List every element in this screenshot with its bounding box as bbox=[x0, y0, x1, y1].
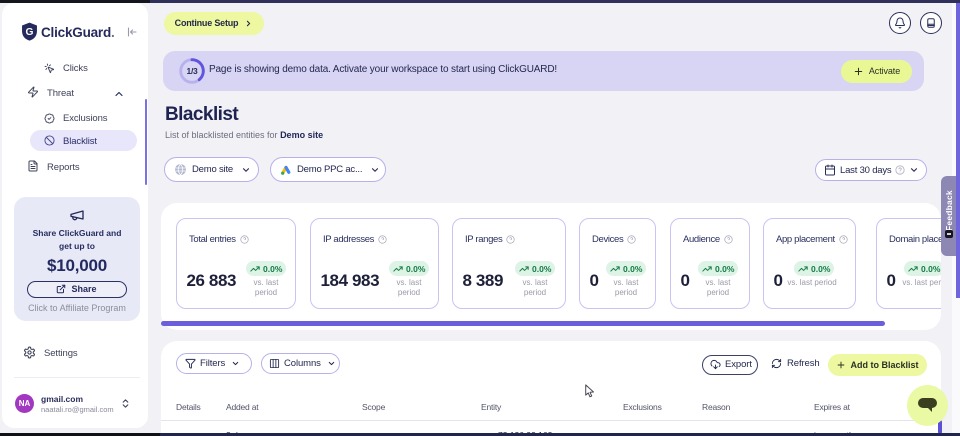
svg-text:1/3: 1/3 bbox=[187, 66, 198, 76]
svg-text:G: G bbox=[26, 27, 34, 38]
